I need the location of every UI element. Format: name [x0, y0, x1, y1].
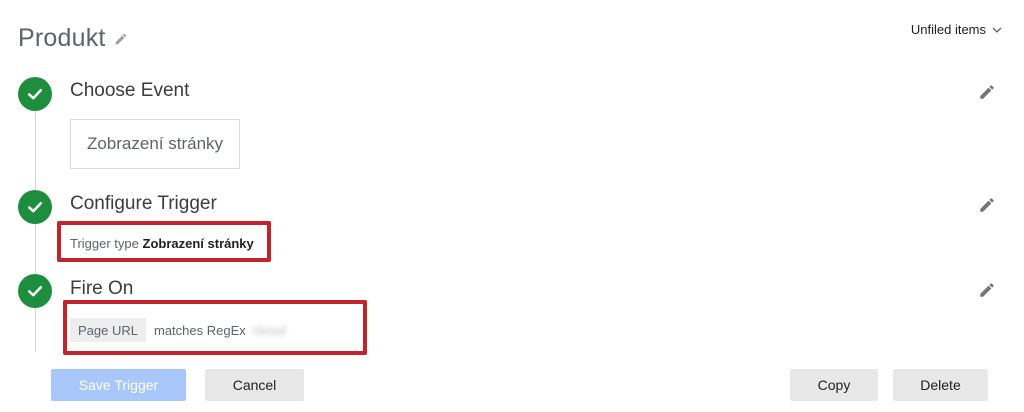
step-2-check-icon	[18, 190, 52, 224]
page-title[interactable]: Produkt	[18, 24, 106, 53]
step-3-title: Fire On	[70, 278, 134, 299]
trigger-type-value: Zobrazení stránky	[142, 236, 254, 251]
step-1-edit-pencil-icon[interactable]	[978, 83, 996, 101]
step-3-edit-pencil-icon[interactable]	[978, 281, 996, 299]
title-pencil-icon[interactable]	[114, 32, 128, 46]
condition-value-redacted: /detail	[251, 322, 287, 338]
step-2-edit-pencil-icon[interactable]	[978, 196, 996, 214]
copy-button[interactable]: Copy	[790, 369, 878, 401]
title-row: Produkt	[18, 24, 128, 53]
chevron-down-icon	[992, 27, 1002, 33]
trigger-type-label: Trigger type	[70, 236, 139, 251]
fire-on-condition: Page URL matches RegEx /detail	[70, 318, 286, 342]
folder-dropdown[interactable]: Unfiled items	[911, 22, 1002, 37]
condition-variable-chip: Page URL	[70, 318, 146, 342]
trigger-type-text: Trigger type Zobrazení stránky	[70, 236, 254, 251]
condition-operator: matches RegEx	[153, 322, 246, 338]
step-timeline-line	[35, 100, 36, 352]
delete-button[interactable]: Delete	[893, 369, 988, 401]
step-3-check-icon	[18, 274, 52, 308]
cancel-button[interactable]: Cancel	[205, 369, 304, 401]
event-type-card[interactable]: Zobrazení stránky	[70, 119, 240, 169]
step-1-check-icon	[18, 77, 52, 111]
step-2-title: Configure Trigger	[70, 193, 217, 214]
save-trigger-button[interactable]: Save Trigger	[51, 369, 186, 401]
step-1-title: Choose Event	[70, 80, 190, 101]
folder-label: Unfiled items	[910, 22, 986, 37]
